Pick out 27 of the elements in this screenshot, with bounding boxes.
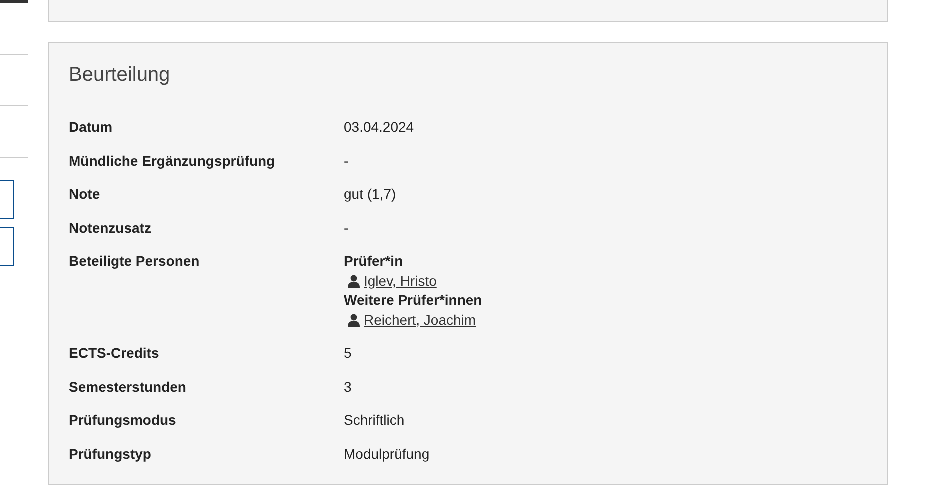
section-title: Beurteilung — [69, 63, 172, 88]
button-edge[interactable] — [0, 227, 14, 266]
field-label: Notenzusatz — [69, 220, 152, 236]
group-heading: Weitere Prüfer*innen — [344, 291, 484, 310]
button-edge[interactable] — [0, 180, 14, 219]
person-icon — [348, 314, 360, 327]
field-value: Modulprüfung — [344, 446, 430, 462]
person-icon — [348, 274, 360, 288]
field-label: Prüfungstyp — [69, 446, 152, 462]
field-label: Semesterstunden — [69, 378, 186, 394]
field-label: Note — [69, 186, 100, 202]
person-link[interactable]: Iglev, Hristo — [364, 272, 437, 291]
field-label: Prüfungsmodus — [69, 412, 176, 428]
field-value: gut (1,7) — [344, 186, 396, 202]
field-value: - — [344, 220, 349, 236]
field-value: 3 — [344, 378, 352, 394]
person-link[interactable]: Reichert, Joachim — [364, 310, 476, 330]
field-value: 5 — [344, 345, 352, 361]
field-value: - — [344, 152, 349, 168]
field-label: Beteiligte Personen — [69, 253, 200, 269]
menu-bar — [0, 0, 28, 3]
field-value: Schriftlich — [344, 412, 405, 428]
field-label: Datum — [69, 119, 113, 135]
group-heading: Prüfer*in — [344, 252, 404, 271]
field-label: ECTS-Credits — [69, 345, 160, 361]
field-label: Mündliche Ergänzungsprüfung — [69, 152, 276, 168]
field-value: 03.04.2024 — [344, 119, 414, 135]
